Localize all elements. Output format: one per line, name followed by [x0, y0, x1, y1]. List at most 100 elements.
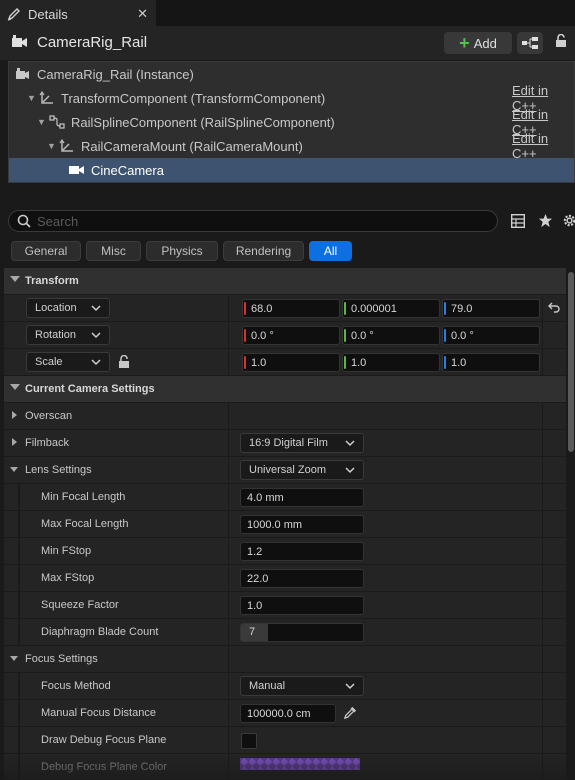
max-fstop-field[interactable]: 22.0 [240, 569, 364, 588]
collapse-arrow-icon[interactable] [10, 467, 18, 472]
details-tab[interactable]: Details ✕ [0, 0, 156, 26]
filter-rendering[interactable]: Rendering [223, 241, 304, 261]
camera-icon [69, 162, 85, 178]
star-icon[interactable] [538, 213, 553, 231]
property-max-fstop: Max FStop 22.0 [4, 565, 566, 592]
tree-item-label: TransformComponent (TransformComponent) [61, 90, 326, 106]
reset-arrow-icon[interactable] [548, 301, 560, 316]
debug-focus-plane-color-swatch[interactable] [240, 758, 360, 770]
rotation-x-field[interactable]: 0.0 ° [242, 326, 340, 345]
eyedropper-icon[interactable] [343, 705, 358, 723]
rotation-y-field[interactable]: 0.0 ° [342, 326, 440, 345]
property-min-focal-length: Min Focal Length 4.0 mm [4, 484, 566, 511]
property-label: Overscan [25, 410, 73, 422]
collapse-arrow-icon[interactable] [10, 276, 20, 282]
search-row [0, 206, 575, 236]
close-icon[interactable]: ✕ [137, 6, 148, 22]
filter-all[interactable]: All [309, 241, 352, 261]
location-mode-dropdown[interactable]: Location [26, 298, 110, 318]
property-lens-settings: Lens Settings Universal Zoom [4, 457, 566, 484]
field-value: 79.0 [451, 302, 473, 315]
unlock-icon[interactable] [118, 354, 130, 372]
tree-item-cine-camera[interactable]: CineCamera [9, 158, 574, 182]
draw-debug-focus-plane-checkbox[interactable] [241, 733, 257, 749]
filmback-preset-dropdown[interactable]: 16:9 Digital Film [240, 433, 364, 453]
scale-mode-dropdown[interactable]: Scale [26, 352, 110, 372]
blueprint-button[interactable] [517, 32, 543, 54]
edit-in-cpp-link[interactable]: Edit in C++ [512, 131, 574, 161]
min-fstop-field[interactable]: 1.2 [240, 542, 364, 561]
transform-component-icon [39, 90, 55, 106]
camera-actor-icon [12, 35, 28, 52]
location-y-field[interactable]: 0.000001 [342, 299, 440, 318]
scale-x-field[interactable]: 1.0 [242, 353, 340, 372]
camera-actor-icon [15, 66, 31, 82]
expand-arrow-icon[interactable]: ▼ [47, 141, 57, 151]
diaphragm-blade-count-slider[interactable]: 7 [240, 623, 364, 642]
tree-item-instance[interactable]: CameraRig_Rail (Instance) [9, 62, 574, 86]
field-value: 68.0 [251, 302, 273, 315]
expand-arrow-icon[interactable]: ▼ [37, 117, 47, 127]
property-label: Min FStop [41, 545, 92, 557]
dropdown-label: Location [35, 302, 77, 314]
vertical-scrollbar[interactable] [566, 268, 575, 780]
section-filters: General Misc Physics Rendering All [0, 238, 575, 264]
tree-item-rail-spline[interactable]: ▼ RailSplineComponent (RailSplineCompone… [9, 107, 574, 137]
field-value: 1.0 [451, 356, 467, 369]
component-tree: CameraRig_Rail (Instance) ▼ TransformCom… [8, 61, 575, 183]
field-value: 1.0 [351, 356, 367, 369]
lens-preset-dropdown[interactable]: Universal Zoom [240, 460, 364, 480]
lock-icon[interactable] [555, 33, 567, 51]
property-focus-method: Focus Method Manual [4, 673, 566, 700]
filter-general[interactable]: General [11, 241, 81, 261]
add-component-button[interactable]: + Add [444, 32, 512, 54]
expand-arrow-icon[interactable]: ▼ [27, 93, 37, 103]
table-view-icon[interactable] [510, 213, 526, 231]
property-panel: Transform Location 68.0 0.000001 79.0 Ro… [0, 268, 566, 780]
field-value: 0.000001 [351, 302, 397, 315]
category-current-camera-settings[interactable]: Current Camera Settings [4, 376, 566, 403]
search-input[interactable] [37, 213, 477, 229]
location-z-field[interactable]: 79.0 [442, 299, 540, 318]
squeeze-factor-field[interactable]: 1.0 [240, 596, 364, 615]
property-rotation: Rotation 0.0 ° 0.0 ° 0.0 ° [4, 322, 566, 349]
expand-arrow-icon[interactable] [12, 438, 17, 446]
tab-bar: Details ✕ [0, 0, 575, 26]
rotation-z-field[interactable]: 0.0 ° [442, 326, 540, 345]
property-min-fstop: Min FStop 1.2 [4, 538, 566, 565]
hierarchy-icon [522, 37, 538, 49]
scrollbar-thumb[interactable] [568, 272, 574, 452]
manual-focus-distance-field[interactable]: 100000.0 cm [240, 704, 336, 723]
scale-y-field[interactable]: 1.0 [342, 353, 440, 372]
tree-item-rail-camera-mount[interactable]: ▼ RailCameraMount (RailCameraMount) Edit… [9, 131, 574, 161]
filter-misc[interactable]: Misc [86, 241, 141, 261]
search-box [8, 210, 498, 232]
tree-item-label: CameraRig_Rail (Instance) [37, 66, 194, 82]
property-draw-debug-focus-plane: Draw Debug Focus Plane [4, 727, 566, 754]
property-max-focal-length: Max Focal Length 1000.0 mm [4, 511, 566, 538]
collapse-arrow-icon[interactable] [10, 384, 20, 390]
tab-label: Details [28, 6, 68, 22]
focus-method-dropdown[interactable]: Manual [240, 676, 364, 696]
property-scale: Scale 1.0 1.0 1.0 [4, 349, 566, 376]
collapse-arrow-icon[interactable] [10, 656, 18, 661]
tree-item-label: RailSplineComponent (RailSplineComponent… [71, 114, 335, 130]
chevron-down-icon [345, 683, 355, 690]
tree-item-transform[interactable]: ▼ TransformComponent (TransformComponent… [9, 83, 574, 113]
chevron-down-icon [91, 332, 101, 339]
field-value: 0.0 ° [251, 329, 274, 342]
location-x-field[interactable]: 68.0 [242, 299, 340, 318]
category-transform[interactable]: Transform [4, 268, 566, 295]
property-label: Max Focal Length [41, 518, 129, 530]
gear-icon[interactable] [562, 213, 575, 231]
min-focal-length-field[interactable]: 4.0 mm [240, 488, 364, 507]
dropdown-value: Manual [249, 680, 286, 692]
category-label: Current Camera Settings [25, 383, 155, 395]
expand-arrow-icon[interactable] [12, 411, 17, 419]
rotation-mode-dropdown[interactable]: Rotation [26, 325, 110, 345]
property-location: Location 68.0 0.000001 79.0 [4, 295, 566, 322]
chevron-down-icon [91, 305, 101, 312]
max-focal-length-field[interactable]: 1000.0 mm [240, 515, 364, 534]
filter-physics[interactable]: Physics [146, 241, 218, 261]
scale-z-field[interactable]: 1.0 [442, 353, 540, 372]
